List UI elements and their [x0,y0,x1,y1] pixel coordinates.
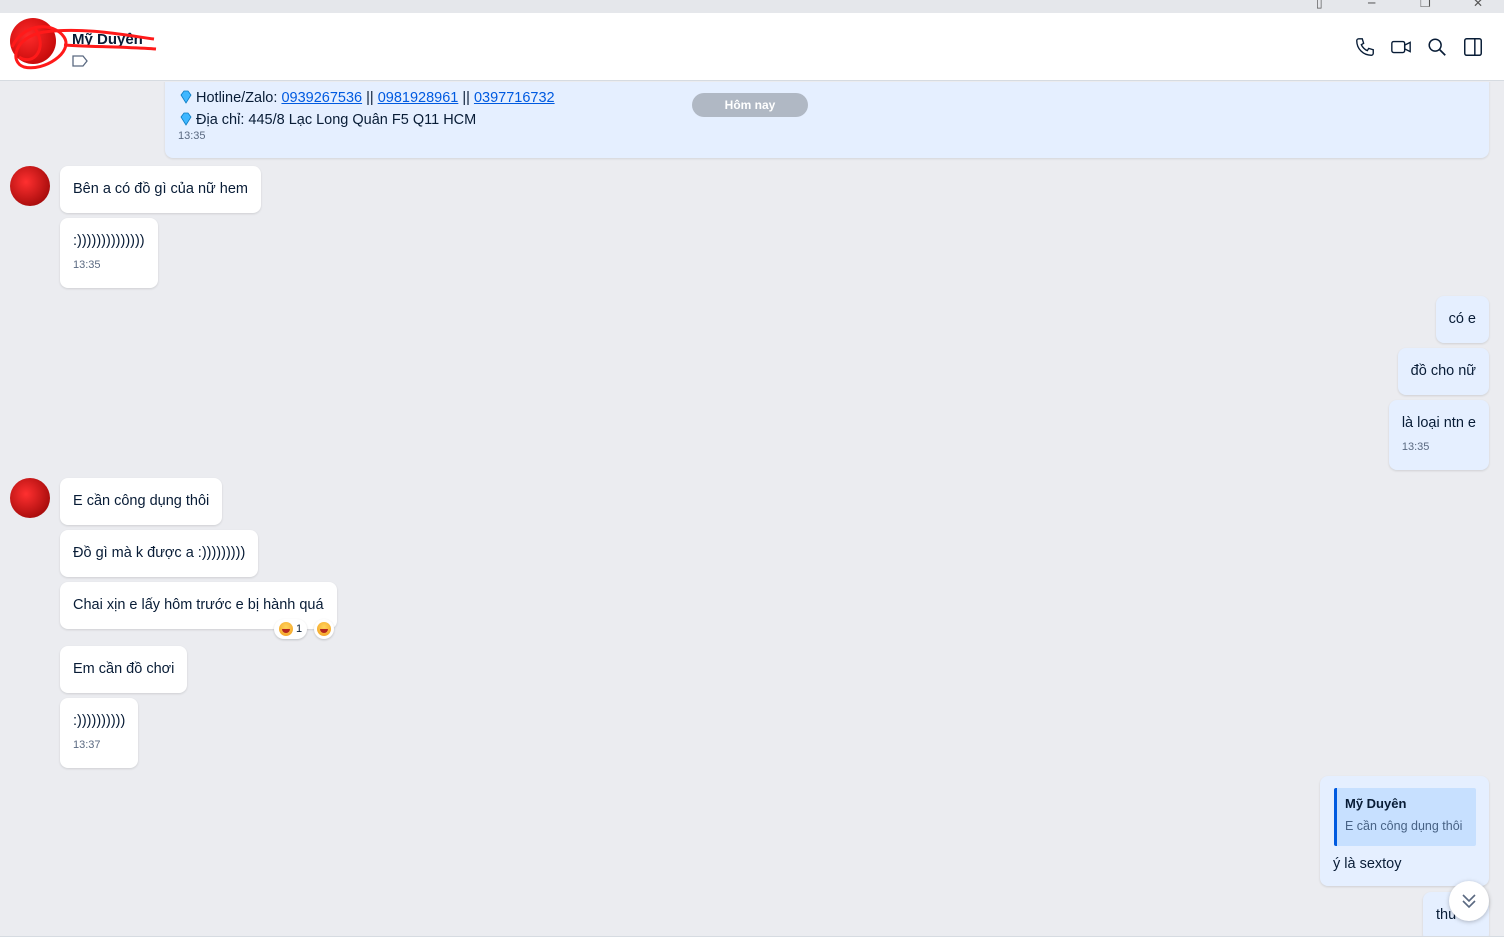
message-text: :)))))))))) [73,713,126,729]
side-panel-icon[interactable] [1462,36,1484,58]
tag-icon[interactable] [72,55,88,67]
message-text: có e [1448,311,1476,327]
pin-icon[interactable]: ▯ [1316,0,1323,10]
reaction-count: 1 [296,623,303,635]
message-time: 13:35 [73,259,101,271]
laughing-emoji-icon [317,622,331,636]
separator: || [458,90,474,106]
composer-edge [0,936,1504,948]
message-text: là loại ntn e [1401,415,1476,431]
separator: || [362,90,378,106]
promo-address-line: Địa chỉ: 445/8 Lạc Long Quân F5 Q11 HCM [179,112,476,128]
day-separator: Hôm nay [692,93,808,117]
reaction-badge[interactable]: 1 [274,619,308,639]
contact-avatar[interactable] [10,166,50,206]
message-bubble[interactable]: :)))))))))) 13:37 [60,698,139,768]
chat-header: Mỹ Duyên [0,13,1504,81]
laughing-emoji-icon [279,622,293,636]
message-list[interactable]: Hotline/Zalo: 0939267536 || 0981928961 |… [0,82,1504,936]
message-text: Bên a có đồ gì của nữ hem [73,181,248,197]
redaction-scribble [10,25,157,70]
message-text: Đồ gì mà k được a :))))))))) [73,545,246,561]
close-icon[interactable]: ✕ [1473,0,1483,10]
message-text: :)))))))))))))) [73,233,145,249]
promo-hotline-line: Hotline/Zalo: 0939267536 || 0981928961 |… [179,90,555,106]
hotline-label: Hotline/Zalo: [196,90,282,106]
double-chevron-down-icon [1462,894,1476,909]
message-text: E cần công dụng thôi [73,493,210,509]
message-time: 13:35 [178,130,206,142]
message-bubble[interactable]: :)))))))))))))) 13:35 [60,218,158,288]
phone-link-1[interactable]: 0939267536 [281,90,362,106]
message-text: Chai xịn e lấy hôm trước e bị hành quá [73,597,324,613]
phone-link-2[interactable]: 0981928961 [378,90,459,106]
quoted-text: E cần công dụng thôi [1345,819,1463,833]
phone-link-3[interactable]: 0397716732 [474,90,555,106]
message-bubble[interactable]: Đồ gì mà k được a :))))))))) [60,530,259,577]
search-icon[interactable] [1426,36,1448,58]
contact-avatar[interactable] [10,478,50,518]
message-text: ý là sextoy [1333,856,1402,872]
message-bubble[interactable]: có e [1435,296,1489,343]
reply-message-bubble[interactable]: Mỹ Duyên E cần công dụng thôi ý là sexto… [1320,776,1489,886]
message-bubble[interactable]: là loại ntn e 13:35 [1388,400,1489,470]
scroll-to-bottom-button[interactable] [1449,881,1489,921]
message-bubble[interactable]: E cần công dụng thôi [60,478,223,525]
message-bubble[interactable]: Em cần đồ chơi [60,646,188,693]
quoted-sender: Mỹ Duyên [1345,796,1407,811]
address-text: Địa chỉ: 445/8 Lạc Long Quân F5 Q11 HCM [196,112,477,128]
phone-icon[interactable] [1354,36,1376,58]
message-text: đồ cho nữ [1410,363,1476,379]
message-time: 13:35 [1401,441,1430,453]
message-time: 13:37 [73,739,101,751]
message-text: Em cần đồ chơi [73,661,175,677]
promo-message[interactable]: Hotline/Zalo: 0939267536 || 0981928961 |… [165,82,1489,158]
maximize-icon[interactable]: ❐ [1420,0,1431,10]
quoted-message[interactable]: Mỹ Duyên E cần công dụng thôi [1334,788,1476,846]
add-reaction-button[interactable] [314,619,334,639]
window-titlebar: ▯ ─ ❐ ✕ [0,0,1504,13]
diamond-icon [180,90,192,104]
minimize-icon[interactable]: ─ [1368,0,1375,10]
video-call-icon[interactable] [1390,36,1412,58]
message-bubble[interactable]: đồ cho nữ [1397,348,1489,395]
message-bubble[interactable]: Bên a có đồ gì của nữ hem [60,166,261,213]
diamond-icon [180,112,192,126]
